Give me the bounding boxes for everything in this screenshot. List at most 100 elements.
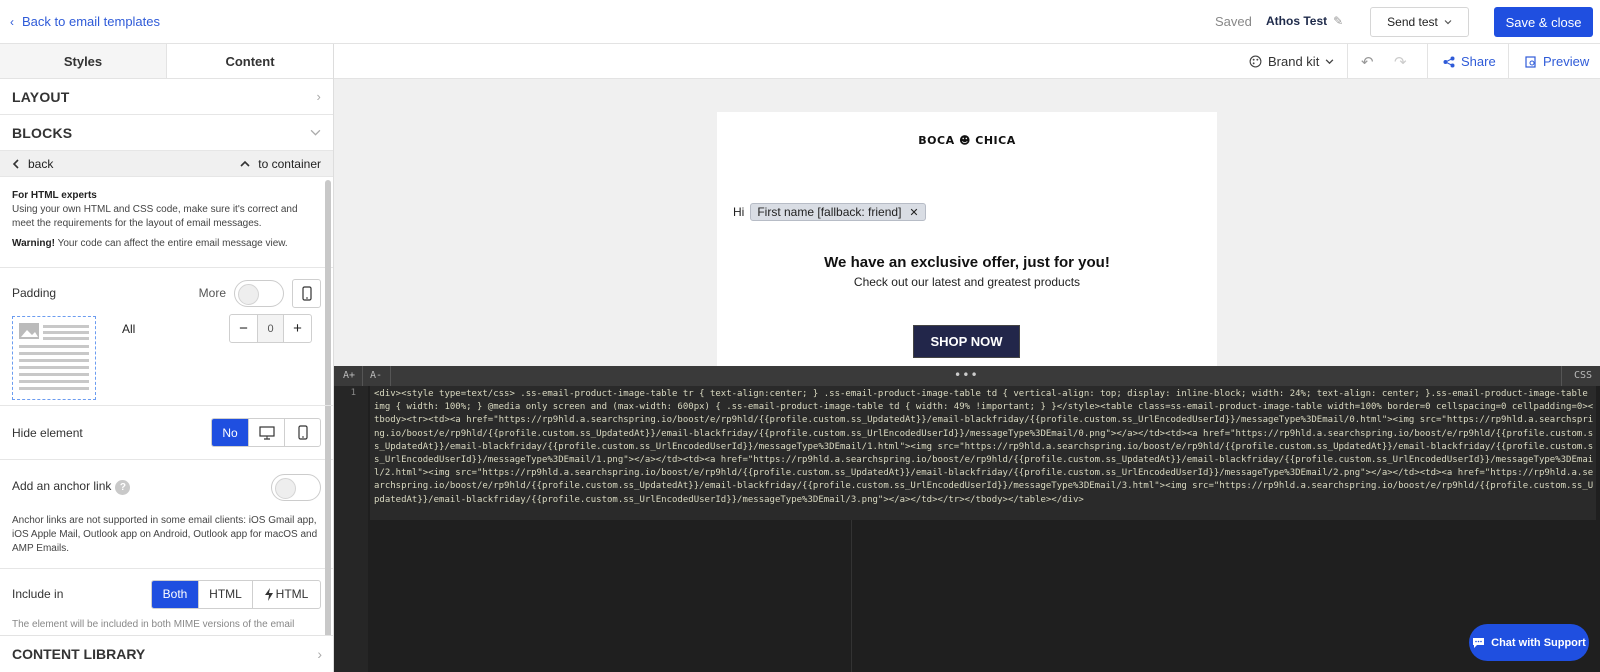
close-icon[interactable]: ✕ — [909, 206, 918, 219]
tab-content[interactable]: Content — [167, 44, 333, 78]
all-sides-label: All — [122, 322, 136, 336]
include-in-options: Both HTML HTML — [151, 579, 321, 609]
content-library-section[interactable]: CONTENT LIBRARY › — [0, 635, 333, 672]
help-icon[interactable]: ? — [115, 480, 131, 495]
redo-icon[interactable]: ↷ — [1394, 53, 1407, 71]
mobile-padding-button[interactable] — [292, 278, 321, 308]
include-both-option[interactable]: Both — [152, 580, 198, 608]
editor-divider — [390, 366, 391, 386]
hide-mobile-option[interactable] — [284, 419, 320, 446]
top-bar: ‹ Back to email templates Saved Athos Te… — [0, 0, 1600, 44]
font-decrease-button[interactable]: A- — [370, 370, 382, 381]
palette-icon — [1249, 55, 1262, 68]
toolbar-divider — [1347, 44, 1348, 79]
share-button[interactable]: Share — [1443, 54, 1496, 69]
toolbar-divider — [1427, 44, 1428, 79]
undo-icon[interactable]: ↶ — [1361, 53, 1374, 71]
blocks-section-label: BLOCKS — [12, 124, 73, 141]
padding-preview-thumbnail — [12, 316, 96, 400]
brand-logo[interactable]: BOCA ☻ CHICA — [717, 134, 1217, 147]
include-in-note: The element will be included in both MIM… — [12, 619, 295, 630]
mobile-icon — [297, 425, 308, 440]
pencil-icon[interactable]: ✎ — [1333, 14, 1343, 28]
line-number-gutter: 1 — [334, 386, 368, 672]
anchor-link-note: Anchor links are not supported in some e… — [0, 514, 333, 569]
saved-status: Saved — [1215, 14, 1252, 29]
html-info-box: For HTML experts Using your own HTML and… — [0, 177, 333, 268]
share-label: Share — [1461, 54, 1496, 69]
chat-support-label: Chat with Support — [1491, 636, 1586, 649]
scrollbar[interactable] — [325, 180, 331, 640]
layout-section-label: LAYOUT — [12, 88, 70, 105]
font-increase-button[interactable]: A+ — [343, 370, 355, 381]
back-to-templates-link[interactable]: ‹ Back to email templates — [10, 14, 160, 29]
toolbar-divider — [1508, 44, 1509, 79]
editor-divider — [362, 366, 363, 386]
padding-stepper: − 0 + — [229, 314, 312, 343]
shop-now-button[interactable]: SHOP NOW — [913, 325, 1020, 358]
tab-styles[interactable]: Styles — [0, 44, 167, 78]
email-headline[interactable]: We have an exclusive offer, just for you… — [717, 254, 1217, 271]
greeting-block[interactable]: Hi First name [fallback: friend] ✕ — [733, 203, 926, 221]
layout-section[interactable]: LAYOUT › — [0, 79, 333, 115]
padding-editor: All − 0 + — [0, 310, 333, 406]
include-amp-option[interactable]: HTML — [252, 580, 320, 608]
editor-toolbar: A+ A- ••• CSS — [334, 366, 1600, 386]
save-close-button[interactable]: Save & close — [1494, 7, 1593, 37]
brand-kit-label: Brand kit — [1268, 54, 1320, 69]
editor-divider — [1561, 366, 1562, 386]
template-title[interactable]: Athos Test ✎ — [1266, 14, 1343, 28]
more-label: More — [198, 286, 226, 300]
preview-button[interactable]: Preview — [1525, 54, 1589, 69]
panel-tabs: Styles Content — [0, 44, 333, 79]
anchor-link-label-wrap: Add an anchor link? — [12, 479, 131, 495]
plus-icon[interactable]: + — [284, 315, 311, 342]
warning-text: Your code can affect the entire email me… — [54, 238, 288, 249]
hide-desktop-option[interactable] — [248, 419, 284, 446]
back-button[interactable]: back — [12, 157, 53, 171]
block-nav-bar: back to container — [0, 151, 333, 177]
share-icon — [1443, 56, 1455, 67]
chat-icon — [1473, 637, 1485, 648]
padding-value[interactable]: 0 — [257, 315, 284, 342]
anchor-link-row: Add an anchor link? — [0, 460, 333, 514]
chevron-right-icon: › — [316, 89, 321, 104]
info-heading: For HTML experts — [12, 190, 97, 201]
chevron-up-icon — [240, 160, 250, 167]
merge-tag-chip[interactable]: First name [fallback: friend] ✕ — [750, 203, 926, 221]
to-container-label: to container — [258, 156, 321, 171]
email-preview: BOCA ☻ CHICA Hi First name [fallback: fr… — [717, 112, 1217, 367]
include-in-row: Include in Both HTML HTML — [0, 569, 333, 619]
back-link-label: Back to email templates — [22, 14, 161, 29]
css-tab[interactable]: CSS — [1574, 370, 1592, 381]
include-html-option[interactable]: HTML — [198, 580, 252, 608]
warning-label: Warning! — [12, 238, 55, 249]
image-placeholder-icon — [19, 323, 89, 390]
hide-element-row: Hide element No — [0, 406, 333, 460]
editor-guide-line — [851, 520, 852, 672]
email-subheadline[interactable]: Check out our latest and greatest produc… — [717, 275, 1217, 289]
anchor-link-toggle[interactable] — [271, 473, 321, 501]
hide-no-option[interactable]: No — [212, 419, 248, 446]
blocks-section[interactable]: BLOCKS — [0, 115, 333, 151]
back-label: back — [28, 156, 54, 171]
chat-support-button[interactable]: Chat with Support — [1469, 624, 1589, 661]
hide-element-options: No — [211, 418, 321, 447]
minus-icon[interactable]: − — [230, 315, 257, 342]
chevron-down-icon — [310, 129, 321, 136]
to-container-button[interactable]: to container — [240, 157, 321, 171]
resize-handle[interactable]: ••• — [954, 368, 979, 382]
more-padding-toggle[interactable] — [234, 279, 284, 307]
code-content[interactable]: <div><style type=text/css> .ss-email-pro… — [370, 386, 1596, 520]
send-test-button[interactable]: Send test — [1370, 7, 1469, 37]
preview-icon — [1525, 55, 1536, 68]
bolt-icon — [264, 587, 273, 601]
settings-scroll-area: For HTML experts Using your own HTML and… — [0, 177, 333, 664]
info-text: Using your own HTML and CSS code, make s… — [12, 204, 298, 229]
hide-element-label: Hide element — [12, 425, 83, 440]
canvas-area: Brand kit ↶ ↷ Share Preview BOCA ☻ CHICA… — [334, 44, 1600, 672]
greeting-text: Hi — [733, 205, 745, 219]
brand-kit-button[interactable]: Brand kit — [1249, 54, 1334, 69]
padding-row: Padding More — [0, 276, 333, 310]
content-library-label: CONTENT LIBRARY — [12, 646, 146, 662]
